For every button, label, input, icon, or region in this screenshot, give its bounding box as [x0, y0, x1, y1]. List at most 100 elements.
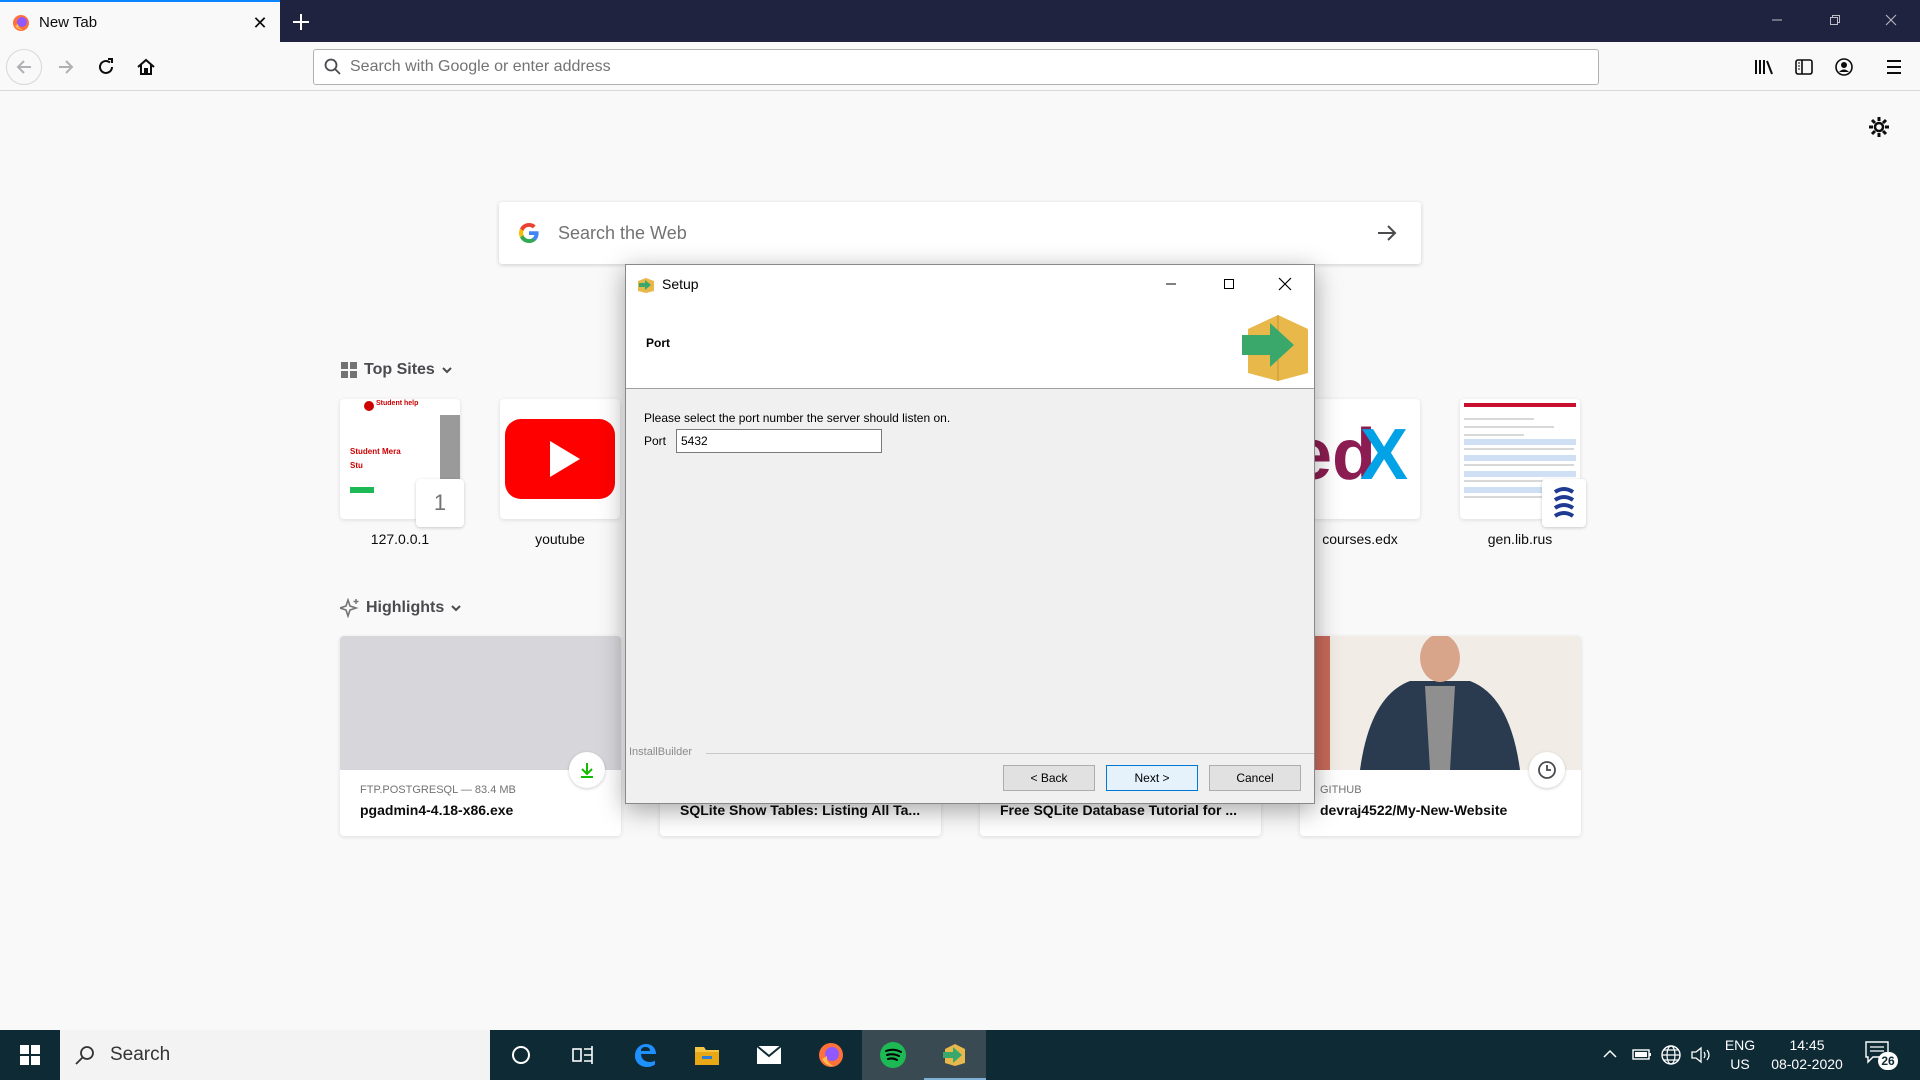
notification-count-badge: 26 [1878, 1052, 1898, 1070]
battery-icon[interactable] [1632, 1046, 1652, 1062]
arrow-right-icon[interactable] [1375, 221, 1399, 245]
grid-icon [340, 361, 358, 379]
highlight-title: SQLite Show Tables: Listing All Ta... [680, 802, 921, 818]
clock[interactable]: 14:45 08-02-2020 [1764, 1036, 1850, 1074]
tab-strip: New Tab ✕ [0, 0, 1920, 42]
port-field[interactable] [676, 429, 882, 453]
setup-taskbar-icon[interactable] [924, 1030, 986, 1080]
tab-title: New Tab [39, 14, 98, 31]
dialog-close-icon[interactable] [1256, 265, 1314, 303]
clock-date: 08-02-2020 [1771, 1056, 1843, 1072]
dialog-titlebar[interactable]: Setup [626, 265, 1314, 303]
highlight-title: pgadmin4-4.18-x86.exe [360, 802, 514, 818]
thumb-brand: Student help [376, 400, 419, 407]
back-button[interactable]: < Back [1003, 765, 1095, 791]
url-input[interactable] [350, 50, 1580, 84]
notification-center-icon[interactable]: 26 [1864, 1040, 1904, 1070]
library-icon[interactable] [1746, 49, 1782, 85]
top-sites-header[interactable]: Top Sites [340, 361, 453, 379]
cortana-icon[interactable] [490, 1030, 552, 1080]
taskbar-search-box[interactable]: Search [60, 1030, 490, 1080]
thumb-line2: Stu [350, 461, 363, 470]
highlight-context: GITHUB [1320, 784, 1362, 796]
windows-start-icon[interactable] [0, 1030, 60, 1080]
library-genesis-icon [1542, 479, 1586, 527]
top-site-tile[interactable]: gen.lib.rus [1460, 399, 1586, 547]
port-instruction: Please select the port number the server… [644, 411, 951, 425]
top-site-tile[interactable]: Student help Student Mera Stu 1 127.0.0.… [340, 399, 464, 547]
highlight-card[interactable]: GITHUB devraj4522/My-New-Website [1300, 636, 1581, 836]
highlights-header[interactable]: Highlights [340, 598, 462, 618]
chevron-up-icon[interactable] [1602, 1046, 1618, 1062]
dialog-maximize-icon[interactable] [1200, 265, 1258, 303]
highlight-card[interactable]: FTP.POSTGRESQL — 83.4 MB pgadmin4-4.18-x… [340, 636, 621, 836]
navigation-toolbar [0, 42, 1920, 91]
web-search-placeholder: Search the Web [558, 223, 687, 243]
top-site-label: youtube [535, 531, 585, 547]
highlights-title: Highlights [366, 599, 445, 616]
installer-logo-icon [1238, 311, 1312, 381]
top-site-label: 127.0.0.1 [370, 531, 430, 547]
top-site-tile[interactable]: ed X courses.edx [1300, 399, 1420, 547]
edx-icon: ed X [1300, 399, 1420, 519]
svg-text:X: X [1360, 415, 1408, 495]
spotify-icon[interactable] [862, 1030, 924, 1080]
tab-new-tab[interactable]: New Tab ✕ [0, 0, 280, 42]
setup-dialog: Setup Port Please select the port number… [625, 264, 1315, 804]
firefox-taskbar-icon[interactable] [800, 1030, 862, 1080]
input-language-indicator[interactable]: ENG US [1722, 1036, 1758, 1074]
top-sites-title: Top Sites [364, 361, 435, 378]
download-icon [569, 752, 605, 788]
highlight-context: FTP.POSTGRESQL — 83.4 MB [360, 784, 516, 796]
dialog-header: Port [626, 303, 1314, 389]
chevron-down-icon [441, 364, 453, 376]
firefox-icon [12, 14, 30, 32]
windows-taskbar: Search ENG US 14:45 08-02-2020 26 [0, 1030, 1920, 1080]
top-site-label: courses.edx [1322, 531, 1398, 547]
installer-icon [636, 275, 656, 293]
edge-icon[interactable] [614, 1030, 676, 1080]
dialog-title: Setup [662, 276, 699, 292]
web-search-box[interactable]: Search the Web [499, 202, 1421, 264]
search-icon [324, 58, 342, 76]
close-window-icon[interactable] [1868, 8, 1914, 32]
back-icon[interactable] [6, 49, 42, 85]
dialog-minimize-icon[interactable] [1142, 265, 1200, 303]
network-globe-icon[interactable] [1660, 1044, 1682, 1066]
cancel-button[interactable]: Cancel [1209, 765, 1301, 791]
task-view-icon[interactable] [552, 1030, 614, 1080]
highlight-title: Free SQLite Database Tutorial for ... [1000, 802, 1238, 818]
site-icon-badge: 1 [416, 479, 464, 527]
chevron-down-icon [450, 602, 462, 614]
next-button[interactable]: Next > [1106, 765, 1198, 791]
top-site-tile[interactable]: youtube [500, 399, 620, 547]
mail-icon[interactable] [738, 1030, 800, 1080]
home-icon[interactable] [128, 49, 164, 85]
search-icon [74, 1044, 96, 1066]
restore-window-icon[interactable] [1812, 8, 1858, 32]
account-icon[interactable] [1826, 49, 1862, 85]
url-bar[interactable] [313, 49, 1599, 85]
file-explorer-icon[interactable] [676, 1030, 738, 1080]
highlight-thumbnail [340, 636, 621, 770]
lang-line2: US [1730, 1056, 1750, 1072]
port-label: Port [644, 434, 667, 448]
taskbar-search-label: Search [110, 1044, 171, 1065]
gear-icon[interactable] [1868, 116, 1898, 146]
clock-icon [1529, 752, 1565, 788]
dialog-page-heading: Port [646, 336, 670, 350]
clock-time: 14:45 [1789, 1037, 1825, 1053]
menu-icon[interactable] [1876, 49, 1912, 85]
top-site-label: gen.lib.rus [1487, 531, 1553, 547]
forward-icon[interactable] [48, 49, 84, 85]
sidebar-icon[interactable] [1786, 49, 1822, 85]
highlight-thumbnail [1300, 636, 1581, 770]
reload-icon[interactable] [88, 49, 124, 85]
speaker-icon[interactable] [1690, 1045, 1712, 1065]
tab-close-icon[interactable]: ✕ [250, 13, 270, 33]
google-icon [517, 221, 541, 245]
highlights-sparkle-icon [340, 598, 360, 618]
new-tab-button[interactable] [286, 7, 316, 37]
minimize-window-icon[interactable] [1754, 8, 1800, 32]
youtube-icon [500, 399, 620, 519]
